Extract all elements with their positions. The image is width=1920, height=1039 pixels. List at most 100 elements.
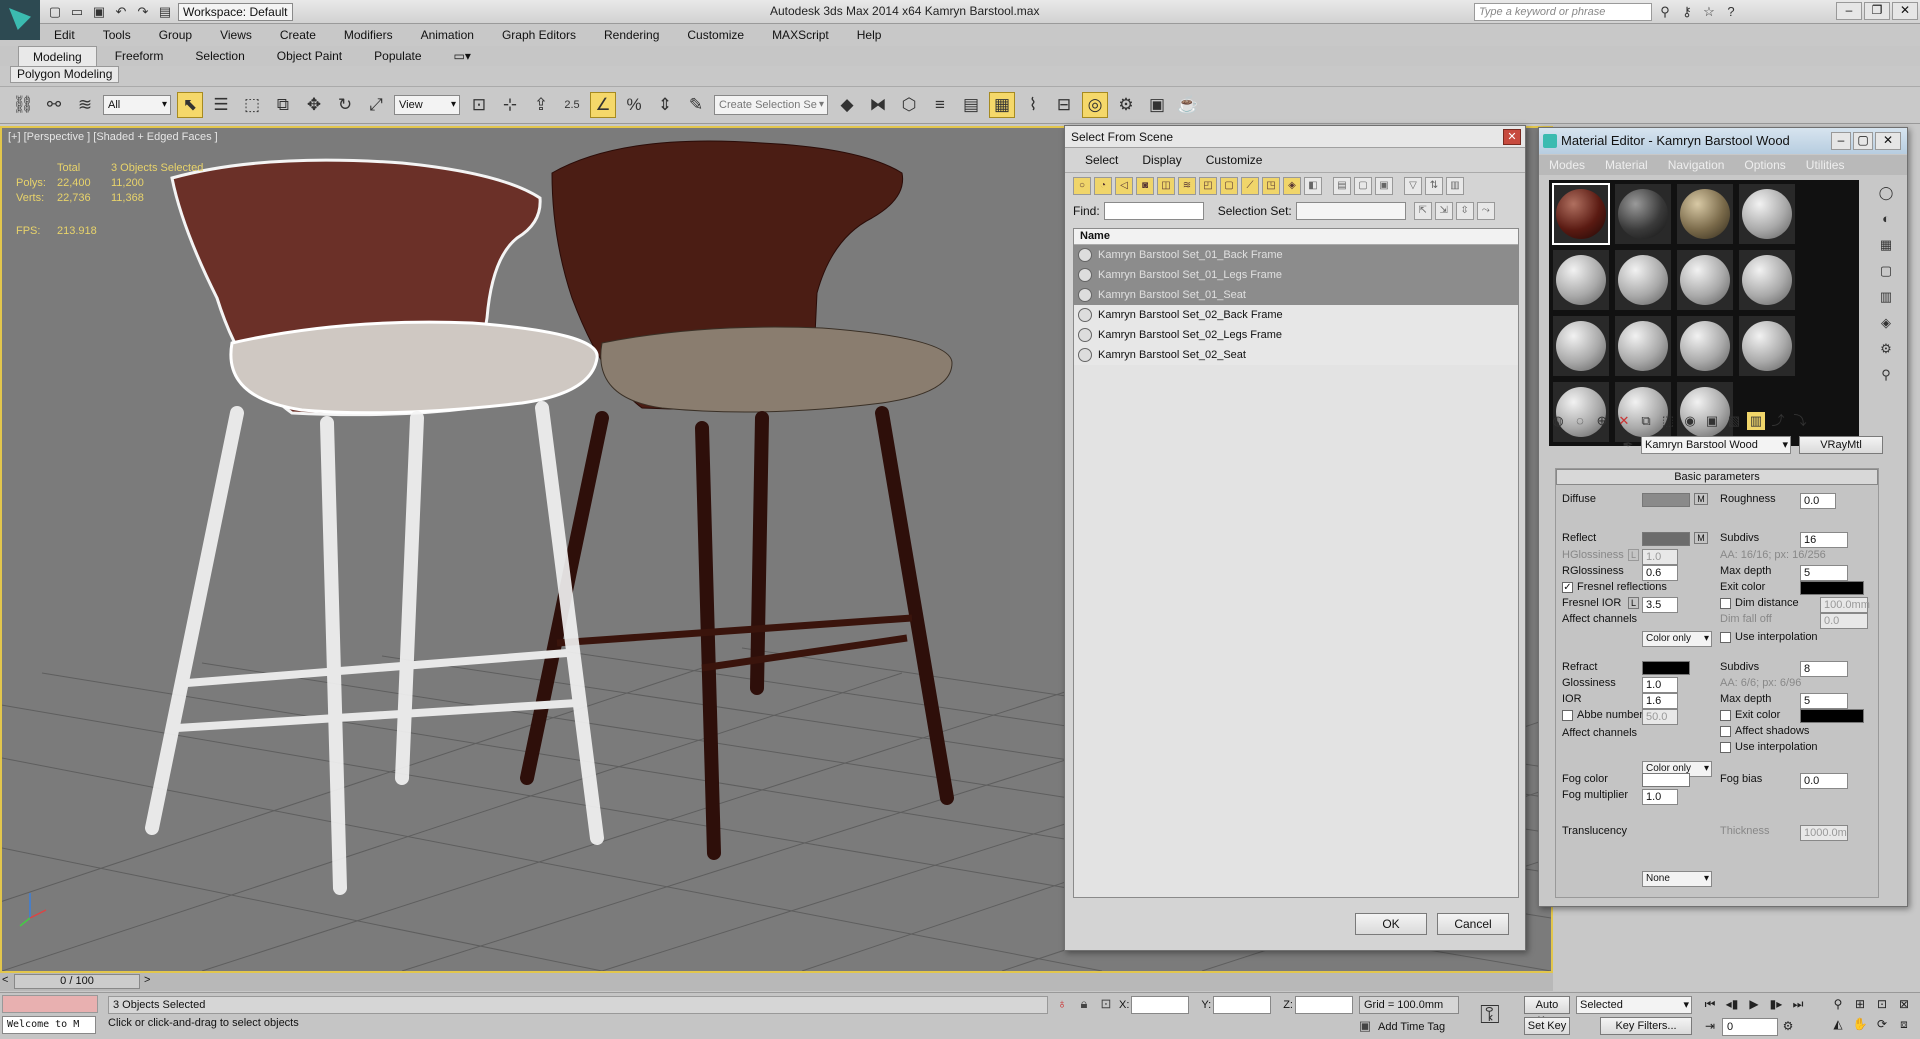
help-search-input[interactable]: Type a keyword or phrase bbox=[1474, 3, 1652, 21]
list-item[interactable]: Kamryn Barstool Set_02_Legs Frame bbox=[1074, 325, 1518, 345]
close-icon[interactable]: ✕ bbox=[1503, 128, 1521, 145]
reflect-subdivs-input[interactable]: 16 bbox=[1800, 532, 1848, 548]
menu-modifiers[interactable]: Modifiers bbox=[330, 24, 407, 46]
keyboard-shortcut-override-icon[interactable]: ⇪ bbox=[528, 92, 554, 118]
z-coordinate-input[interactable] bbox=[1294, 996, 1353, 1014]
project-folder-icon[interactable]: ▤ bbox=[156, 3, 174, 21]
zoom-icon[interactable]: ⚲ bbox=[1828, 995, 1848, 1015]
menu-edit[interactable]: Edit bbox=[40, 24, 89, 46]
reset-map-icon[interactable]: ✕ bbox=[1615, 412, 1633, 430]
isolate-selection-icon[interactable]: ♁ bbox=[1053, 996, 1071, 1014]
display-bones-icon[interactable]: ⟋ bbox=[1241, 176, 1259, 195]
display-invert-icon[interactable]: ▣ bbox=[1375, 176, 1393, 195]
add-time-tag-row[interactable]: ▣ Add Time Tag bbox=[1356, 1018, 1445, 1036]
subscription-icon[interactable]: ⚷ bbox=[1678, 3, 1696, 21]
snaps-toggle-icon[interactable]: 2.5 bbox=[559, 92, 585, 118]
auto-key-button[interactable]: Auto Key bbox=[1524, 996, 1570, 1027]
pivot-center-icon[interactable]: ⊡ bbox=[466, 92, 492, 118]
undo-icon[interactable]: ↶ bbox=[112, 3, 130, 21]
reflect-exit-color-swatch[interactable] bbox=[1800, 581, 1864, 595]
set-key-button[interactable]: Set Key bbox=[1524, 1017, 1570, 1035]
diffuse-map-button[interactable]: M bbox=[1694, 493, 1708, 505]
reflect-map-button[interactable]: M bbox=[1694, 532, 1708, 544]
play-icon[interactable]: ▶ bbox=[1744, 995, 1764, 1015]
display-all-icon[interactable]: ▤ bbox=[1333, 176, 1351, 195]
fresnel-checkbox[interactable]: ✓ bbox=[1562, 581, 1573, 593]
time-prev-icon[interactable]: < bbox=[2, 974, 8, 986]
material-id-icon[interactable]: ◉ bbox=[1681, 412, 1699, 430]
dim-falloff-input[interactable]: 0.0 bbox=[1820, 613, 1868, 629]
abbe-row[interactable]: Abbe number bbox=[1562, 709, 1643, 721]
refract-exit-color-row[interactable]: Exit color bbox=[1720, 709, 1780, 721]
reflect-swatch[interactable] bbox=[1642, 532, 1690, 546]
sample-slot[interactable] bbox=[1676, 315, 1734, 377]
rglossiness-input[interactable]: 0.6 bbox=[1642, 565, 1678, 581]
list-item[interactable]: Kamryn Barstool Set_01_Legs Frame bbox=[1074, 265, 1518, 285]
angle-snap-icon[interactable]: ∠ bbox=[590, 92, 616, 118]
hglossiness-input[interactable]: 1.0 bbox=[1642, 549, 1678, 565]
minimize-button[interactable]: – bbox=[1831, 132, 1851, 150]
go-to-start-icon[interactable]: ⏮ bbox=[1700, 995, 1720, 1015]
refract-glossiness-input[interactable]: 1.0 bbox=[1642, 677, 1678, 693]
display-space-warps-icon[interactable]: ≋ bbox=[1178, 176, 1196, 195]
sample-slot[interactable] bbox=[1738, 315, 1796, 377]
sample-slot[interactable] bbox=[1552, 249, 1610, 311]
rotate-icon[interactable]: ↻ bbox=[332, 92, 358, 118]
workspace-dropdown[interactable]: Workspace: Default bbox=[178, 3, 293, 21]
menu-utilities[interactable]: Utilities bbox=[1796, 155, 1855, 175]
selection-filter-dropdown[interactable]: All bbox=[103, 95, 171, 115]
reference-coordinate-dropdown[interactable]: View bbox=[394, 95, 460, 115]
make-preview-icon[interactable]: ◈ bbox=[1877, 314, 1895, 332]
absolute-mode-icon[interactable]: ⊡ bbox=[1097, 996, 1115, 1014]
selection-set-dropdown[interactable] bbox=[1295, 202, 1406, 220]
refract-subdivs-input[interactable]: 8 bbox=[1800, 661, 1848, 677]
time-next-icon[interactable]: > bbox=[144, 974, 150, 986]
menu-create[interactable]: Create bbox=[266, 24, 330, 46]
move-icon[interactable]: ✥ bbox=[301, 92, 327, 118]
refract-maxdepth-input[interactable]: 5 bbox=[1800, 693, 1848, 709]
tab-populate[interactable]: Populate bbox=[360, 46, 435, 66]
make-unique-icon[interactable]: ⧉ bbox=[1637, 412, 1655, 430]
uv-tiling-icon[interactable]: ▢ bbox=[1877, 262, 1895, 280]
list-item[interactable]: Kamryn Barstool Set_02_Seat bbox=[1074, 345, 1518, 365]
list-item[interactable]: Kamryn Barstool Set_01_Back Frame bbox=[1074, 245, 1518, 265]
reflect-use-interp-row[interactable]: Use interpolation bbox=[1720, 631, 1818, 643]
menu-tools[interactable]: Tools bbox=[89, 24, 145, 46]
remove-set-icon[interactable]: ⇲ bbox=[1434, 202, 1453, 220]
dim-distance-row[interactable]: Dim distance bbox=[1720, 597, 1799, 609]
background-icon[interactable]: ▦ bbox=[1877, 236, 1895, 254]
viewport-label[interactable]: [+] [Perspective ] [Shaded + Edged Faces… bbox=[8, 131, 218, 143]
orbit-icon[interactable]: ⟳ bbox=[1872, 1015, 1892, 1035]
ribbon-options-icon[interactable]: ▭▾ bbox=[440, 46, 485, 66]
field-of-view-icon[interactable]: ◭ bbox=[1828, 1015, 1848, 1035]
window-crossing-icon[interactable]: ⧉ bbox=[270, 92, 296, 118]
translucency-dropdown[interactable]: None bbox=[1642, 871, 1712, 887]
menu-display[interactable]: Display bbox=[1130, 150, 1193, 170]
spinner-snap-icon[interactable]: ⇕ bbox=[652, 92, 678, 118]
time-slider[interactable]: 0 / 100 bbox=[14, 974, 140, 989]
put-to-library-icon[interactable]: ⬚ bbox=[1659, 412, 1677, 430]
columns-icon[interactable]: ▥ bbox=[1446, 176, 1464, 195]
menu-navigation[interactable]: Navigation bbox=[1658, 155, 1735, 175]
menu-help[interactable]: Help bbox=[843, 24, 896, 46]
options-icon[interactable]: ⚙ bbox=[1877, 340, 1895, 358]
rendered-frame-window-icon[interactable]: ▣ bbox=[1144, 92, 1170, 118]
video-color-check-icon[interactable]: ▥ bbox=[1877, 288, 1895, 306]
display-groups-icon[interactable]: ◰ bbox=[1199, 176, 1217, 195]
edit-named-selection-icon[interactable]: ✎ bbox=[683, 92, 709, 118]
curve-editor-icon[interactable]: ⌇ bbox=[1020, 92, 1046, 118]
select-by-material-icon[interactable]: ⚲ bbox=[1877, 366, 1895, 384]
display-shapes-icon[interactable]: ◔ bbox=[1094, 176, 1112, 195]
maximize-viewport-icon[interactable]: ⧈ bbox=[1894, 1015, 1914, 1035]
menu-animation[interactable]: Animation bbox=[407, 24, 488, 46]
help-icon[interactable]: ? bbox=[1722, 3, 1740, 21]
select-by-name-icon[interactable]: ☰ bbox=[208, 92, 234, 118]
sample-slot[interactable] bbox=[1676, 249, 1734, 311]
maxscript-input[interactable]: Welcome to M bbox=[2, 1016, 96, 1034]
zoom-extents-all-icon[interactable]: ⊠ bbox=[1894, 995, 1914, 1015]
reflect-affect-dropdown[interactable]: Color only bbox=[1642, 631, 1712, 647]
menu-customize[interactable]: Customize bbox=[673, 24, 758, 46]
new-file-icon[interactable]: ▢ bbox=[46, 3, 64, 21]
tab-selection[interactable]: Selection bbox=[181, 46, 258, 66]
mirror-icon[interactable]: ⧓ bbox=[865, 92, 891, 118]
